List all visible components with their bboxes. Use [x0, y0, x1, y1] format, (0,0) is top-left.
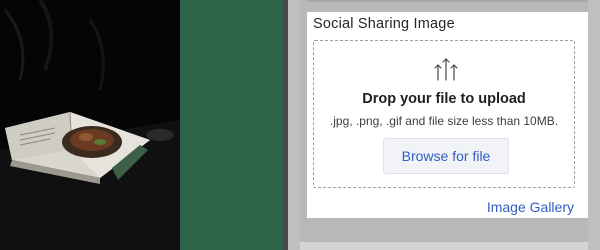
browse-for-file-button[interactable]: Browse for file	[383, 138, 509, 174]
social-sharing-title: Social Sharing Image	[313, 16, 455, 32]
preview-photo	[0, 0, 180, 250]
social-sharing-card: Social Sharing Image Drop your file to u…	[307, 12, 588, 218]
next-section-edge	[300, 242, 588, 250]
upload-arrows-icon	[434, 58, 458, 81]
file-dropzone[interactable]: Drop your file to upload .jpg, .png, .gi…	[313, 40, 575, 188]
image-gallery-link[interactable]: Image Gallery	[487, 199, 574, 215]
dropzone-title: Drop your file to upload	[362, 91, 526, 107]
divider	[307, 0, 588, 2]
image-preview	[0, 0, 283, 250]
dropzone-hint: .jpg, .png, .gif and file size less than…	[329, 114, 559, 128]
preview-green-panel	[180, 0, 283, 250]
